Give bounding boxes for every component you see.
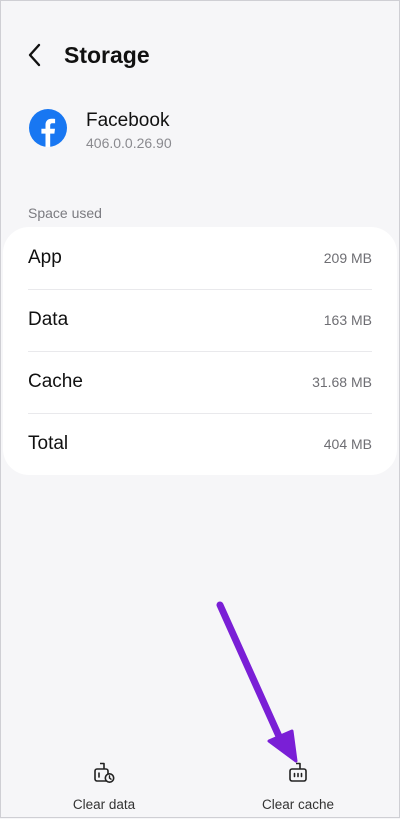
storage-row-cache: Cache 31.68 MB [3,351,397,413]
storage-row-total: Total 404 MB [3,413,397,475]
row-value: 209 MB [323,250,372,266]
header: Storage [1,1,399,109]
back-button[interactable] [19,39,51,71]
row-label: Data [28,309,69,330]
clear-cache-button[interactable]: Clear cache [213,751,383,812]
storage-card: App 209 MB Data 163 MB Cache 31.68 MB To… [3,227,397,475]
row-value: 31.68 MB [312,374,372,390]
storage-row-data: Data 163 MB [3,289,397,351]
chevron-left-icon [28,43,41,67]
row-value: 404 MB [323,436,372,452]
row-label: App [28,247,62,268]
row-label: Cache [28,371,83,392]
page-title: Storage [64,42,150,68]
clear-cache-icon [289,762,307,782]
row-label: Total [28,433,69,454]
section-label-space-used: Space used [28,205,102,221]
clear-data-icon [94,762,115,783]
app-name: Facebook [86,110,170,131]
clear-data-label: Clear data [72,797,136,812]
clear-data-button[interactable]: Clear data [19,751,189,812]
bottom-action-bar: Clear data Clear cache [1,751,399,817]
storage-row-app: App 209 MB [3,227,397,289]
app-info: Facebook 406.0.0.26.90 [1,105,399,165]
app-version: 406.0.0.26.90 [86,135,172,151]
row-value: 163 MB [323,312,372,328]
facebook-icon [29,109,67,147]
clear-cache-label: Clear cache [261,797,335,812]
